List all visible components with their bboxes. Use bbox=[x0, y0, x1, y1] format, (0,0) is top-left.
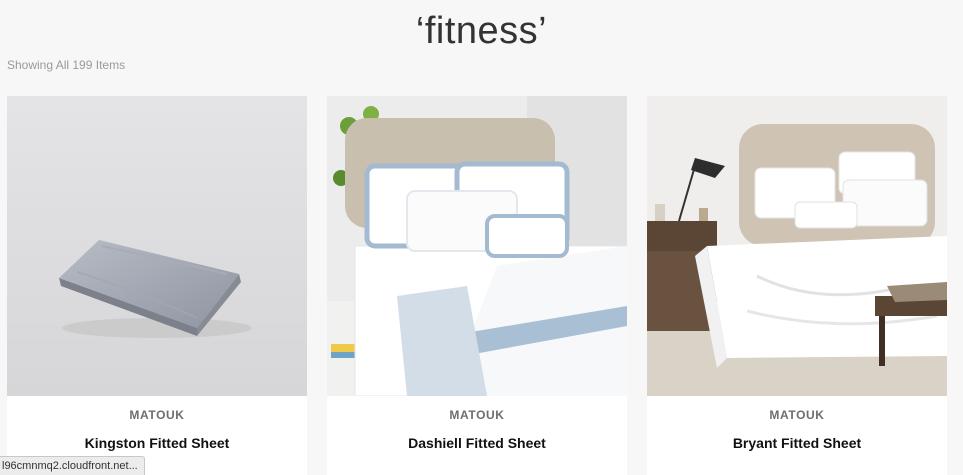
product-image-bed-white[interactable] bbox=[647, 96, 947, 396]
product-image-folded-sheet[interactable] bbox=[7, 96, 307, 396]
product-brand: MATOUK bbox=[129, 408, 185, 422]
result-count: Showing All 199 Items bbox=[7, 58, 126, 72]
product-name[interactable]: Bryant Fitted Sheet bbox=[647, 435, 947, 451]
product-card-bryant[interactable]: MATOUK Bryant Fitted Sheet bbox=[647, 96, 947, 475]
search-results-page: ‘fitness’ Showing All 199 Items MATOUK K… bbox=[0, 0, 963, 475]
product-name[interactable]: Dashiell Fitted Sheet bbox=[327, 435, 627, 451]
product-brand: MATOUK bbox=[449, 408, 505, 422]
product-image-bed-blue-trim[interactable] bbox=[327, 96, 627, 396]
product-name[interactable]: Kingston Fitted Sheet bbox=[7, 435, 307, 451]
product-card-dashiell[interactable]: MATOUK Dashiell Fitted Sheet bbox=[327, 96, 627, 475]
product-card-kingston[interactable]: MATOUK Kingston Fitted Sheet bbox=[7, 96, 307, 475]
browser-status-bar-url: l96cmnmq2.cloudfront.net... bbox=[0, 456, 145, 475]
product-brand: MATOUK bbox=[769, 408, 825, 422]
search-title: ‘fitness’ bbox=[415, 10, 548, 52]
